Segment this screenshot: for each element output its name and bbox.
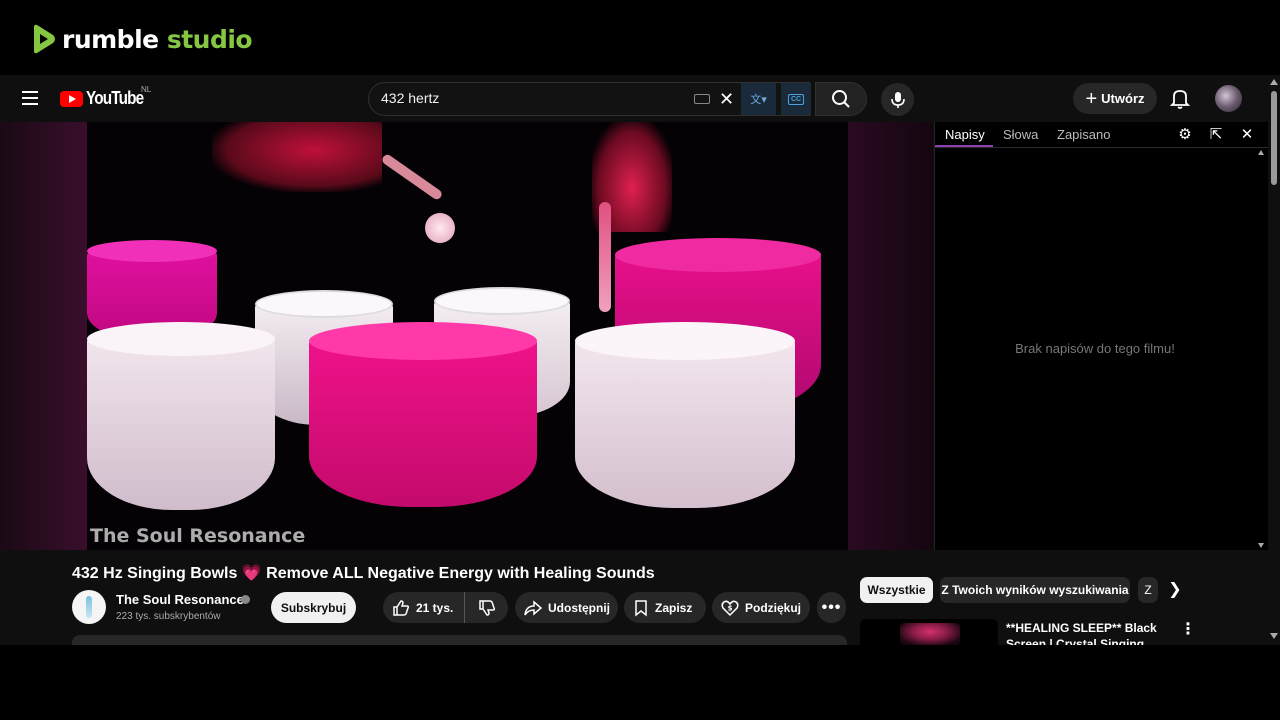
chip-all[interactable]: Wszystkie [860,577,933,603]
thumbnail-art [900,623,960,645]
player-blur-left [0,122,87,550]
no-subtitles-message: Brak napisów do tego filmu! [1015,341,1175,356]
more-vert-icon[interactable]: ⋮ [1180,621,1196,639]
chip-partial[interactable]: Z [1138,577,1158,603]
right-mallet [599,202,611,312]
rumble-word: rumble [62,24,159,54]
rumble-play-icon [34,24,55,54]
transcript-scrollbar[interactable] [1258,149,1264,549]
dislike-button[interactable] [465,592,508,623]
youtube-play-icon [60,90,83,107]
tab-subtitles[interactable]: Napisy [945,127,985,142]
transcript-tabs: Napisy Słowa Zapisano ⚙ ⇱ ✕ [935,122,1269,148]
share-icon [524,599,542,616]
related-video-title[interactable]: **HEALING SLEEP** Black Screen | Crystal… [1006,620,1176,645]
voice-search-button[interactable] [881,83,914,116]
more-icon[interactable]: ••• [817,592,846,623]
keyboard-icon[interactable] [694,94,710,104]
account-avatar[interactable] [1215,85,1242,112]
subscribe-button[interactable]: Subskrybuj [271,592,356,623]
country-code: NL [141,85,152,94]
youtube-logo[interactable]: YouTube [60,88,153,109]
share-button[interactable]: Udostępnij [515,592,618,623]
popout-icon[interactable]: ⇱ [1208,127,1224,143]
channel-name[interactable]: The Soul Resonance [116,592,244,607]
page-scrollbar[interactable] [1268,75,1280,645]
rumble-wordmark: rumble studio [62,24,253,54]
subscriber-count: 223 tys. subskrybentów [116,611,221,622]
player-blur-right [848,122,933,550]
like-button[interactable]: 21 tys. [383,592,465,623]
rumble-banner: rumble studio [0,0,1280,75]
transcript-panel: Napisy Słowa Zapisano ⚙ ⇱ ✕ Brak napisów… [934,122,1269,550]
captions-icon[interactable]: CC [781,83,811,115]
like-dislike-group: 21 tys. [383,592,508,623]
menu-icon[interactable] [18,87,42,111]
video-title: 432 Hz Singing Bowls 💗 Remove ALL Negati… [72,565,655,582]
related-video-thumbnail[interactable] [860,619,998,645]
studio-word: studio [166,24,253,54]
rumble-studio-logo: rumble studio [30,24,253,54]
active-tab-indicator [935,145,993,147]
bell-icon[interactable] [1168,86,1192,110]
svg-text:$: $ [728,604,733,612]
save-icon [635,599,647,617]
browser-frame: YouTube NL ✕ 文▾ CC + Utwórz [0,75,1280,645]
chip-from-your-search[interactable]: Z Twoich wyników wyszukiwania [940,577,1130,603]
left-hand [212,122,382,192]
save-button[interactable]: Zapisz [624,592,706,623]
save-label: Zapisz [655,600,693,615]
translate-icon[interactable]: 文▾ [741,83,776,115]
description-box[interactable] [72,635,847,645]
video-watermark: The Soul Resonance [90,525,306,547]
bowl-front-left [87,322,275,510]
bowl-front-right [575,322,795,508]
left-mallet [380,152,444,202]
verified-icon [241,595,250,604]
gear-icon[interactable]: ⚙ [1177,127,1193,143]
youtube-masthead: YouTube NL ✕ 文▾ CC + Utwórz [0,75,1268,122]
video-frame [87,122,848,550]
clear-icon[interactable]: ✕ [719,89,734,110]
search-box: ✕ 文▾ CC [368,82,811,116]
search-input[interactable] [381,90,681,106]
tab-saved[interactable]: Zapisano [1057,127,1110,142]
close-icon[interactable]: ✕ [1239,127,1255,143]
channel-avatar[interactable] [72,590,106,624]
page-scroll-thumb[interactable] [1271,91,1277,185]
youtube-wordmark: YouTube [86,88,144,108]
thanks-label: Podziękuj [745,600,802,615]
chevron-right-icon[interactable]: ❯ [1164,578,1186,602]
like-count: 21 tys. [416,600,454,615]
like-icon [393,599,410,616]
share-label: Udostępnij [548,600,610,615]
video-player[interactable]: The Soul Resonance [0,122,933,550]
search-button[interactable] [815,82,867,116]
mic-icon [890,91,905,108]
search-icon [832,90,850,108]
create-button[interactable]: + Utwórz [1073,83,1157,114]
tab-words[interactable]: Słowa [1003,127,1038,142]
bowl-front-center [309,322,537,507]
dislike-icon [478,599,495,616]
create-label: Utwórz [1101,91,1145,106]
plus-icon: + [1085,87,1098,110]
thanks-icon: $ [721,600,739,616]
left-mallet-head [425,213,455,243]
thanks-button[interactable]: $ Podziękuj [712,592,810,623]
